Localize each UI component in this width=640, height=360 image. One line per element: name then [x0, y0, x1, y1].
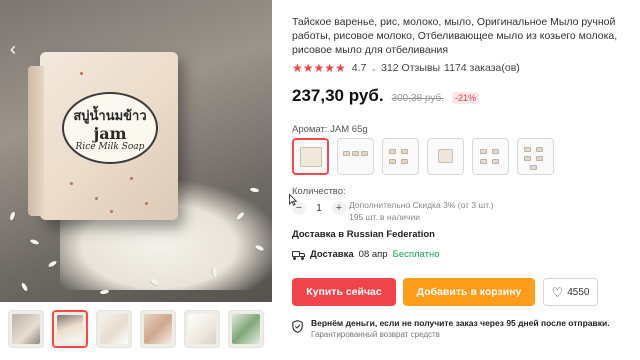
quantity-stepper: − 1 +: [292, 201, 346, 215]
extra-discount-text: Дополнительно Скидка 3% (от 3 шт.): [349, 200, 494, 210]
variant-image: [401, 149, 408, 154]
delivery-date: 08 апр: [358, 249, 388, 260]
variant-image: [401, 159, 408, 164]
thumbnail[interactable]: [8, 310, 44, 348]
delivery-cost: Бесплатно: [392, 249, 440, 260]
truck-icon: [292, 250, 305, 260]
variant-image: [352, 151, 359, 156]
thumbnail-strip: [8, 310, 264, 348]
discount-badge: -21%: [452, 92, 480, 104]
soap-label-thai: สบู่น้ำนมข้าว: [73, 108, 147, 124]
variant-image: [492, 159, 499, 164]
variant-option[interactable]: [517, 138, 554, 175]
rating-stars: ★★★★★: [292, 61, 346, 75]
variant-image: [480, 159, 487, 164]
stock-text: 195 шт. в наличии: [349, 212, 420, 222]
guarantee-main: Вернём деньги, если не получите заказ че…: [311, 318, 610, 328]
add-to-cart-button[interactable]: Добавить в корзину: [403, 278, 535, 306]
variant-image: [300, 147, 322, 167]
variant-option[interactable]: [427, 138, 464, 175]
soap-speck: [110, 210, 113, 213]
aroma-label: Аромат: JAM 65g: [292, 124, 368, 135]
delivery-row: Доставка 08 апр Бесплатно: [292, 249, 440, 260]
soap-speck: [95, 197, 98, 200]
soap-label-sub: Rice Milk Soap: [75, 141, 145, 152]
variant-image: [524, 147, 531, 152]
variant-image: [492, 149, 499, 154]
soap-bar: สบู่น้ำนมข้าว jam Rice Milk Soap: [28, 52, 178, 220]
soap-speck: [145, 202, 148, 205]
soap-label-brand: jam: [93, 123, 127, 143]
soap-speck: [130, 177, 133, 180]
delivery-destination[interactable]: Доставка в Russian Federation: [292, 229, 435, 240]
heart-icon: ♡: [551, 284, 564, 300]
rating-row: ★★★★★ 4.7 ⌄ 312 Отзывы 1174 заказа(ов): [292, 61, 520, 75]
thumbnail-active[interactable]: [52, 310, 88, 348]
quantity-info: Дополнительно Скидка 3% (от 3 шт.) 195 ш…: [349, 199, 493, 223]
variant-image: [389, 149, 396, 154]
rice-grain: [9, 211, 16, 221]
wishlist-count: 4550: [567, 286, 590, 298]
rice-grain: [20, 282, 29, 292]
quantity-plus-button[interactable]: +: [332, 201, 346, 215]
rice-grain: [99, 289, 110, 295]
quantity-value[interactable]: 1: [314, 203, 324, 214]
thumbnail[interactable]: [96, 310, 132, 348]
variant-image: [536, 147, 543, 152]
variant-option[interactable]: [382, 138, 419, 175]
mouse-cursor-icon: [289, 194, 297, 206]
thumbnail[interactable]: [228, 310, 264, 348]
current-price: 237,30 руб.: [292, 86, 384, 105]
thumbnail[interactable]: [140, 310, 176, 348]
variant-image: [361, 151, 368, 156]
guarantee-text: Вернём деньги, если не получите заказ че…: [311, 318, 610, 340]
chevron-down-icon[interactable]: ⌄: [370, 64, 377, 73]
reviews-link[interactable]: 312 Отзывы: [381, 62, 440, 74]
soap-label: สบู่น้ำนมข้าว jam Rice Milk Soap: [62, 92, 158, 164]
price-row: 237,30 руб. 300,38 руб. -21%: [292, 86, 480, 106]
variant-image: [480, 149, 487, 154]
orders-count: 1174 заказа(ов): [444, 62, 520, 74]
guarantee-sub: Гарантированный возврат средств: [311, 330, 440, 339]
product-title: Тайское варенье, рис, молоко, мыло, Ориг…: [292, 16, 618, 56]
wishlist-button[interactable]: ♡ 4550: [543, 278, 598, 306]
variant-image: [389, 159, 396, 164]
variant-option[interactable]: [337, 138, 374, 175]
variant-image: [343, 151, 350, 156]
delivery-label: Доставка: [310, 249, 354, 260]
variant-option[interactable]: [292, 138, 329, 175]
soap-speck: [70, 182, 73, 185]
variant-option[interactable]: [472, 138, 509, 175]
shield-check-icon: [292, 320, 303, 333]
buy-now-button[interactable]: Купить сейчас: [292, 278, 396, 306]
soap-speck: [80, 72, 83, 75]
variant-image: [536, 156, 543, 161]
main-product-image[interactable]: ‹ สบู่น้ำนมข้าว jam Rice Milk Soap: [0, 0, 272, 302]
rice-grain: [29, 238, 40, 246]
variant-image: [524, 156, 531, 161]
rice-grain: [47, 260, 58, 268]
buyer-protection: Вернём деньги, если не получите заказ че…: [292, 318, 610, 340]
variant-image: [530, 165, 537, 170]
variant-selector: [292, 138, 554, 175]
thumbnail[interactable]: [184, 310, 220, 348]
rating-value: 4.7: [351, 62, 367, 74]
chevron-left-icon[interactable]: ‹: [4, 38, 22, 60]
quantity-label: Количество:: [292, 186, 346, 197]
variant-image: [438, 149, 453, 163]
old-price: 300,38 руб.: [391, 93, 444, 104]
